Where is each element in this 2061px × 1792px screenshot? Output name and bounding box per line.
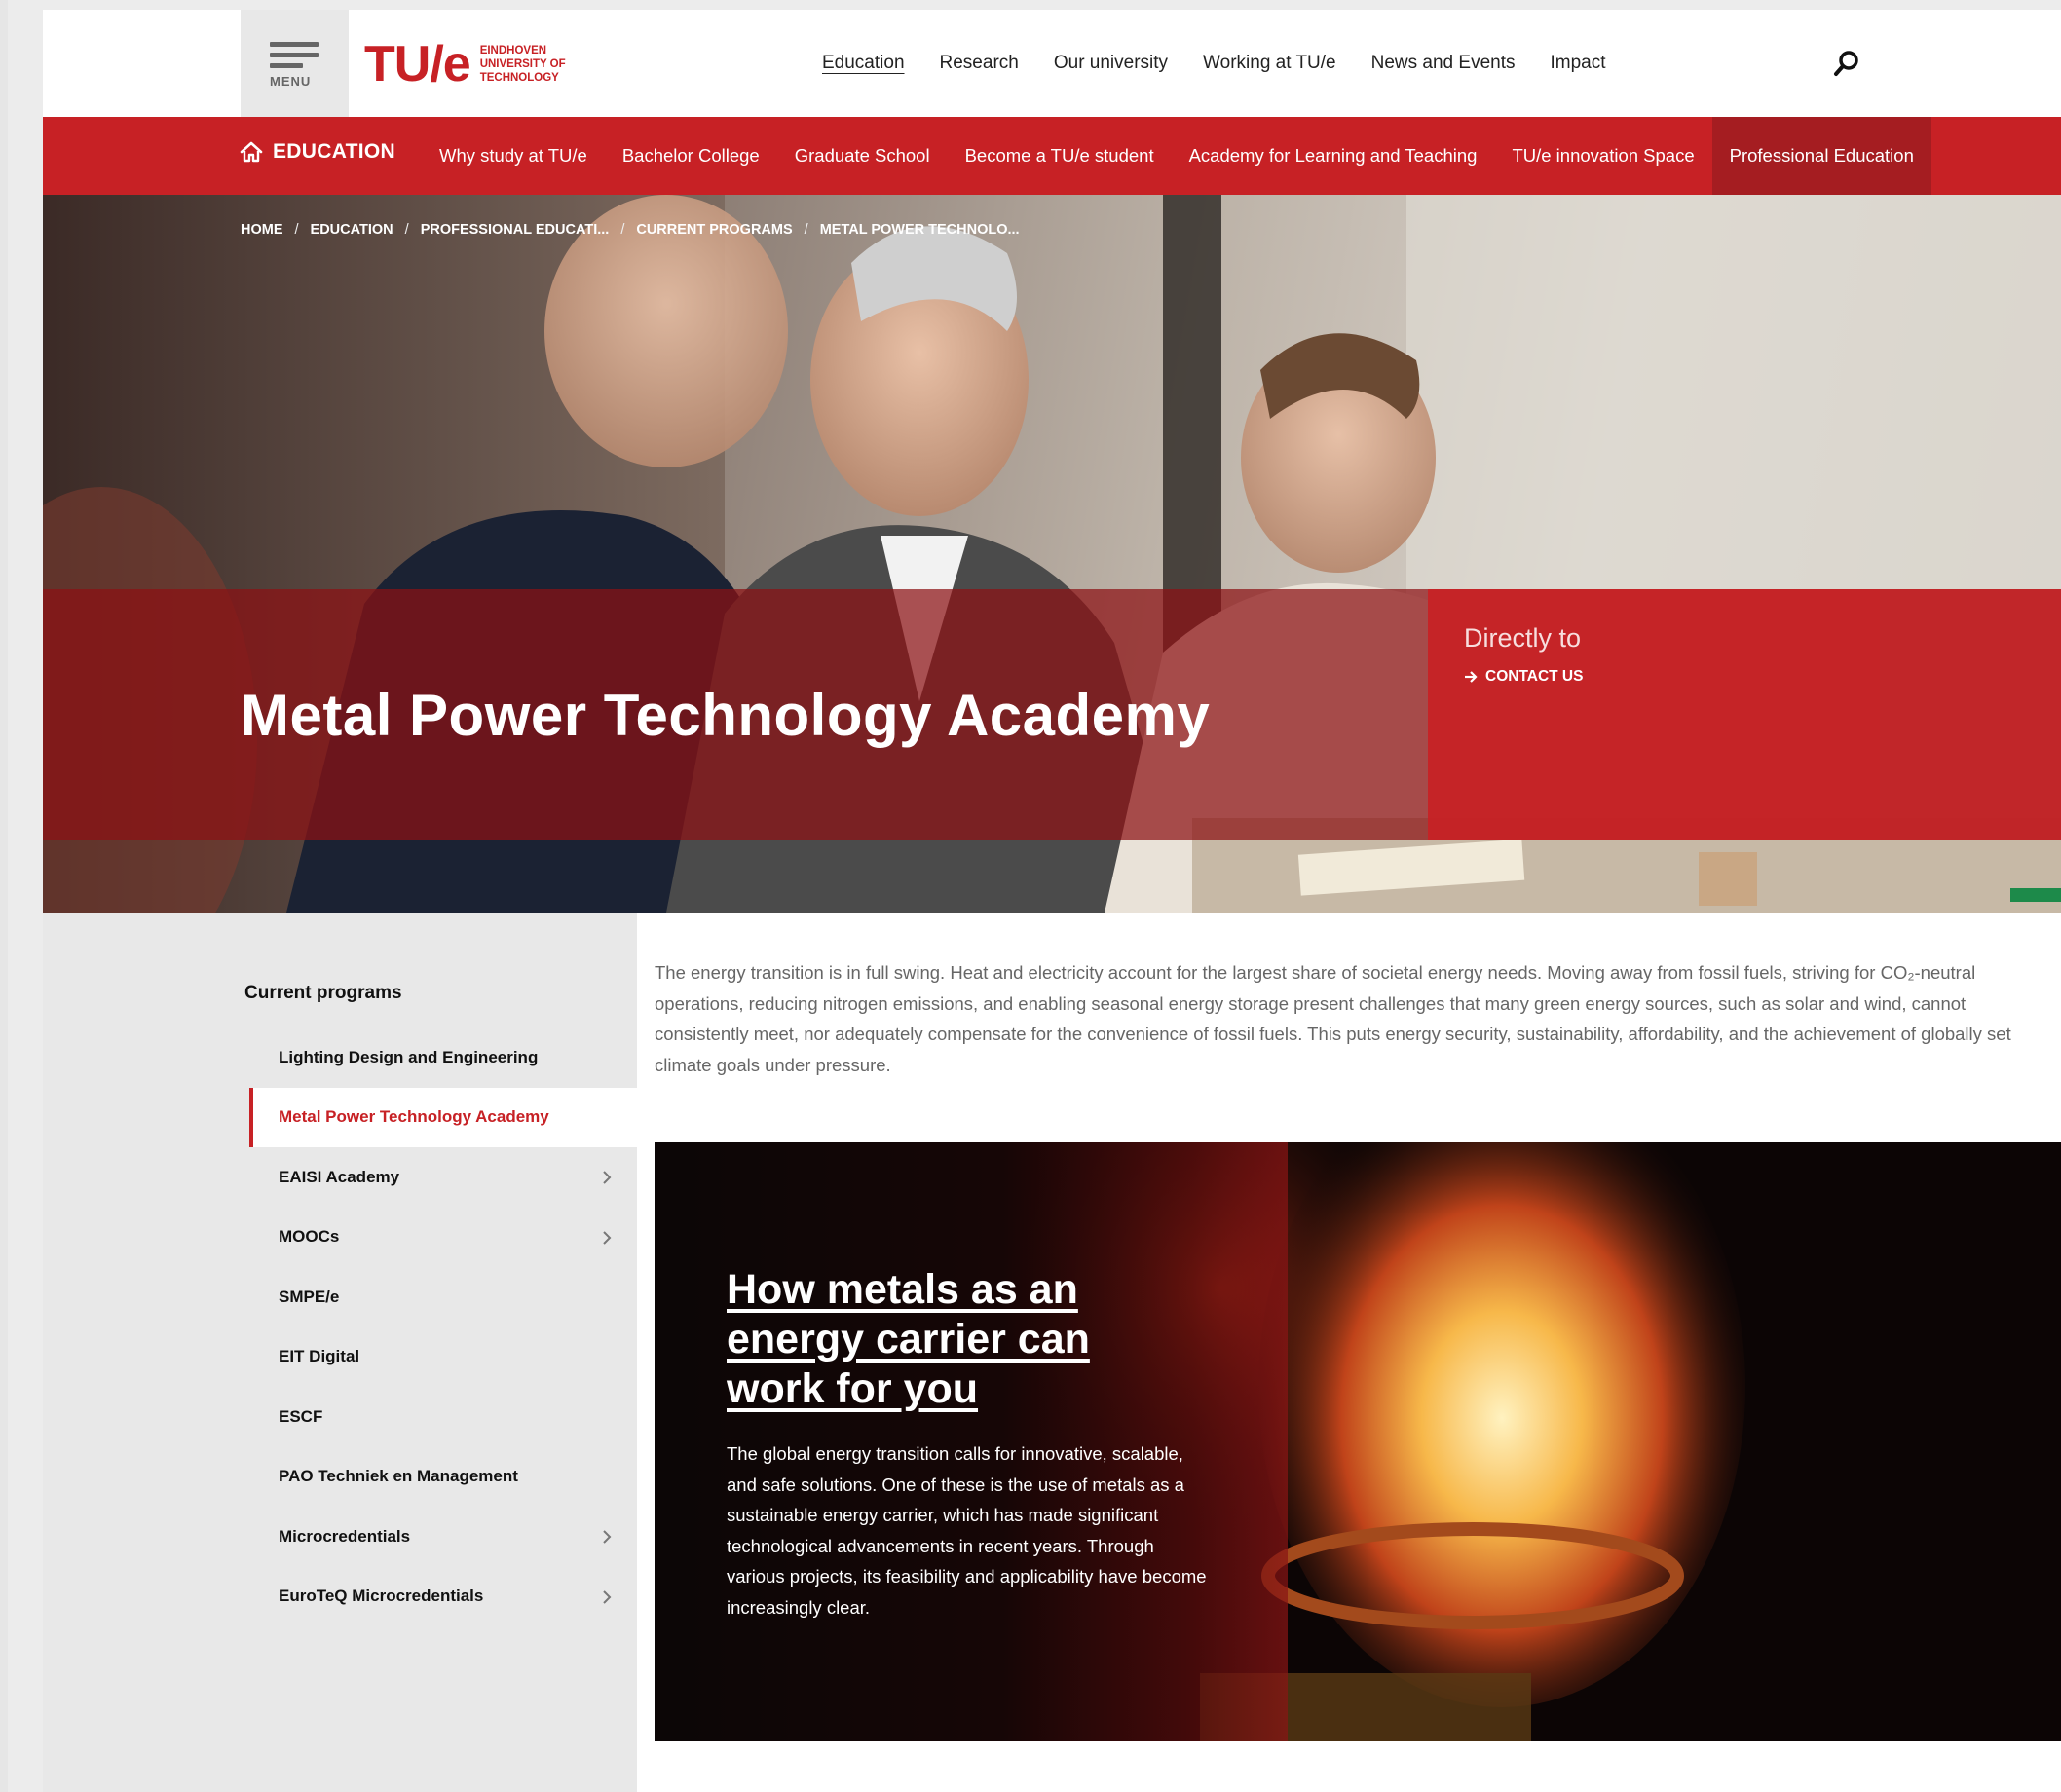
left-gutter (0, 0, 8, 1792)
sidebar-item-moocs[interactable]: MOOCs (249, 1208, 637, 1268)
page-title: Metal Power Technology Academy (241, 683, 1211, 748)
feature-description: The global energy transition calls for i… (727, 1443, 1207, 1618)
sidebar-item-metal-power[interactable]: Metal Power Technology Academy (249, 1087, 637, 1147)
sidebar-item-label: PAO Techniek en Management (279, 1467, 518, 1486)
tue-logo[interactable]: TU/e EINDHOVEN UNIVERSITY OF TECHNOLOGY (364, 37, 566, 92)
breadcrumb-current-programs[interactable]: CURRENT PROGRAMS (636, 222, 792, 238)
top-bar: MENU TU/e EINDHOVEN UNIVERSITY OF TECHNO… (43, 10, 2061, 117)
directly-to-label: Directly to (1464, 623, 1582, 653)
sidebar-item-label: EIT Digital (279, 1347, 360, 1366)
sidebar-item-label: Microcredentials (279, 1526, 411, 1546)
sidebar-item-eaisi-academy[interactable]: EAISI Academy (249, 1147, 637, 1208)
hero: HOME / EDUCATION / PROFESSIONAL EDUCATI.… (43, 195, 2061, 913)
subnav-become-student[interactable]: Become a TU/e student (948, 117, 1172, 195)
chevron-right-icon[interactable] (600, 1588, 614, 1606)
breadcrumb-separator: / (404, 222, 409, 238)
breadcrumb-separator: / (804, 222, 808, 238)
sidebar-item-label: SMPE/e (279, 1287, 340, 1306)
subnav-why-study[interactable]: Why study at TU/e (422, 117, 605, 195)
logo-mark: TU/e (364, 36, 471, 93)
menu-label: MENU (270, 74, 312, 89)
breadcrumb-separator: / (620, 222, 625, 238)
breadcrumb-professional-education[interactable]: PROFESSIONAL EDUCATI... (421, 222, 610, 238)
sidebar-item-escf[interactable]: ESCF (249, 1387, 637, 1447)
page: MENU TU/e EINDHOVEN UNIVERSITY OF TECHNO… (43, 10, 2061, 1792)
breadcrumb-education[interactable]: EDUCATION (311, 222, 393, 238)
sidebar-item-eit-digital[interactable]: EIT Digital (249, 1327, 637, 1388)
sidebar-item-lighting-design[interactable]: Lighting Design and Engineering (249, 1027, 637, 1088)
sidebar-item-smpe[interactable]: SMPE/e (249, 1267, 637, 1327)
subnav-graduate-school[interactable]: Graduate School (777, 117, 948, 195)
contact-us-link[interactable]: CONTACT US (1464, 668, 1583, 686)
subnav-home-education[interactable]: EDUCATION (240, 140, 395, 164)
subnav-items: Why study at TU/e Bachelor College Gradu… (422, 117, 1931, 195)
subnav-bachelor-college[interactable]: Bachelor College (605, 117, 777, 195)
feature-title-link[interactable]: How metals as an energy carrier can work… (727, 1265, 1194, 1414)
program-sidebar: Current programs Lighting Design and Eng… (43, 913, 637, 1792)
main-nav-impact[interactable]: Impact (1550, 53, 1605, 74)
logo-text: EINDHOVEN UNIVERSITY OF TECHNOLOGY (479, 45, 566, 84)
sidebar-item-label: Metal Power Technology Academy (279, 1107, 549, 1127)
subnav-home-label: EDUCATION (273, 140, 395, 163)
sidebar-item-euroteq[interactable]: EuroTeQ Microcredentials (249, 1567, 637, 1627)
breadcrumb-separator: / (294, 222, 299, 238)
main-nav-research[interactable]: Research (940, 53, 1019, 74)
main-nav-working-at-tue[interactable]: Working at TU/e (1203, 53, 1336, 74)
sidebar-item-label: ESCF (279, 1406, 323, 1426)
education-subnav: EDUCATION Why study at TU/e Bachelor Col… (43, 117, 2061, 195)
hamburger-icon (270, 42, 319, 74)
intro-paragraph: The energy transition is in full swing. … (655, 962, 2011, 1075)
search-icon[interactable] (1833, 49, 1862, 78)
sidebar-list: Lighting Design and Engineering Metal Po… (249, 1027, 637, 1626)
main-nav-education[interactable]: Education (822, 53, 905, 74)
main-nav: Education Research Our university Workin… (822, 53, 1606, 74)
sidebar-item-label: MOOCs (279, 1227, 340, 1247)
main-nav-our-university[interactable]: Our university (1054, 53, 1168, 74)
sidebar-item-label: Lighting Design and Engineering (279, 1047, 539, 1066)
sidebar-title: Current programs (244, 983, 402, 1003)
sidebar-item-microcredentials[interactable]: Microcredentials (249, 1507, 637, 1567)
menu-button[interactable]: MENU (241, 10, 349, 117)
breadcrumb-home[interactable]: HOME (241, 222, 283, 238)
breadcrumb-current-page: METAL POWER TECHNOLO... (819, 222, 1020, 238)
chevron-right-icon[interactable] (600, 1169, 614, 1186)
sidebar-item-label: EAISI Academy (279, 1167, 400, 1186)
breadcrumb: HOME / EDUCATION / PROFESSIONAL EDUCATI.… (241, 222, 1020, 238)
sidebar-item-pao[interactable]: PAO Techniek en Management (249, 1447, 637, 1508)
subnav-innovation-space[interactable]: TU/e innovation Space (1494, 117, 1711, 195)
feature-block: How metals as an energy carrier can work… (655, 1142, 2061, 1741)
chevron-right-icon[interactable] (600, 1229, 614, 1247)
hero-band-edge (1880, 589, 2061, 840)
arrow-right-icon (1465, 671, 1478, 683)
home-icon (240, 141, 263, 163)
contact-us-label: CONTACT US (1485, 668, 1584, 685)
chevron-right-icon[interactable] (600, 1528, 614, 1546)
subnav-professional-education[interactable]: Professional Education (1711, 117, 1931, 195)
main-nav-news-and-events[interactable]: News and Events (1371, 53, 1516, 74)
subnav-academy-learning-teaching[interactable]: Academy for Learning and Teaching (1172, 117, 1495, 195)
sidebar-item-label: EuroTeQ Microcredentials (279, 1587, 484, 1606)
